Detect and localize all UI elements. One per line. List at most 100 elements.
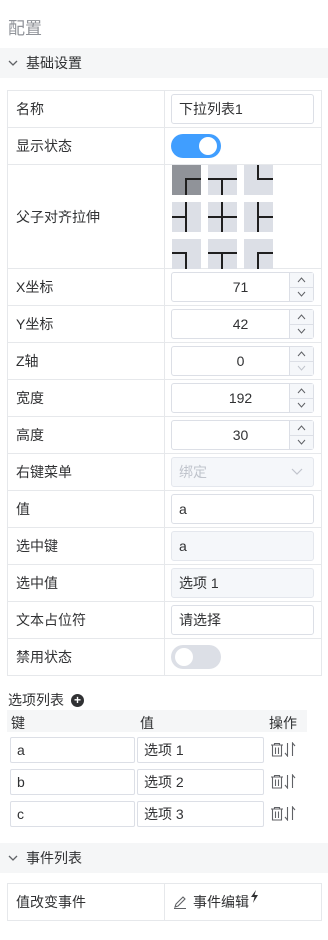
name-label: 名称: [8, 91, 165, 127]
height-increase-button[interactable]: [290, 421, 313, 436]
height-stepper[interactable]: 30: [171, 420, 314, 450]
z-value: 0: [236, 353, 245, 369]
trash-icon[interactable]: [270, 806, 284, 821]
align-bottom-center-icon[interactable]: [208, 239, 237, 269]
row-selected-key: 选中键 a: [7, 528, 322, 565]
width-increase-button[interactable]: [290, 384, 313, 399]
name-input[interactable]: 下拉列表1: [171, 94, 314, 124]
basic-settings-title: 基础设置: [26, 55, 82, 71]
basic-settings-grid: 名称 下拉列表1 显示状态 父子对齐拉伸 X坐标 71 Y坐标 42 Z轴 0 …: [7, 90, 322, 676]
event-edit-label: 事件编辑: [193, 894, 249, 910]
panel-title: 配置: [8, 19, 42, 38]
toggle-knob: [175, 648, 193, 666]
row-z: Z轴 0: [7, 343, 322, 380]
option-key-input[interactable]: c: [10, 801, 135, 827]
x-decrease-button[interactable]: [290, 287, 313, 301]
row-width: 宽度 192: [7, 380, 322, 417]
trash-icon[interactable]: [270, 742, 284, 757]
event-list-header[interactable]: 事件列表: [0, 843, 328, 873]
align-middle-right-icon[interactable]: [244, 202, 273, 232]
options-title: 选项列表: [8, 692, 64, 708]
col-value-header: 值: [140, 715, 154, 731]
chevron-down-icon: [291, 468, 303, 475]
options-row: a 选项 1: [7, 734, 307, 767]
row-name: 名称 下拉列表1: [7, 91, 322, 128]
align-top-left-icon[interactable]: [172, 165, 201, 195]
row-y: Y坐标 42: [7, 306, 322, 343]
align-center-icon[interactable]: [208, 202, 237, 232]
event-list-title: 事件列表: [26, 850, 82, 866]
visible-label: 显示状态: [8, 128, 165, 164]
chevron-down-icon: [8, 855, 18, 861]
z-increase-button[interactable]: [290, 347, 313, 362]
caret-up-icon: [297, 276, 306, 283]
plus-circle-icon[interactable]: +: [71, 693, 84, 707]
height-label: 高度: [8, 417, 165, 453]
trash-icon[interactable]: [270, 774, 284, 789]
row-value: 值 a: [7, 491, 322, 528]
width-stepper[interactable]: 192: [171, 383, 314, 413]
align-top-center-icon[interactable]: [208, 165, 237, 195]
y-stepper[interactable]: 42: [171, 309, 314, 339]
x-increase-button[interactable]: [290, 273, 313, 288]
align-bottom-left-icon[interactable]: [172, 239, 201, 269]
placeholder-input[interactable]: 请选择: [171, 605, 314, 635]
lightning-icon: [251, 890, 258, 903]
z-stepper[interactable]: 0: [171, 346, 314, 376]
caret-down-icon: [297, 365, 306, 372]
value-input[interactable]: a: [171, 494, 314, 524]
row-x: X坐标 71: [7, 269, 322, 306]
option-key-input[interactable]: b: [10, 769, 135, 795]
x-label: X坐标: [8, 269, 165, 305]
caret-down-icon: [297, 402, 306, 409]
align-stretch-grid: [171, 165, 273, 269]
y-label: Y坐标: [8, 306, 165, 342]
option-key-input[interactable]: a: [10, 737, 135, 763]
y-increase-button[interactable]: [290, 310, 313, 325]
row-context-menu: 右键菜单 绑定: [7, 454, 322, 491]
x-stepper[interactable]: 71: [171, 272, 314, 302]
align-middle-left-icon[interactable]: [172, 202, 201, 232]
sort-icon[interactable]: [284, 806, 296, 821]
visible-toggle[interactable]: [171, 134, 221, 158]
width-decrease-button[interactable]: [290, 398, 313, 412]
row-selected-value: 选中值 选项 1: [7, 565, 322, 602]
y-decrease-button[interactable]: [290, 324, 313, 338]
row-height: 高度 30: [7, 417, 322, 454]
edit-icon: [174, 896, 186, 909]
selected-key-input: a: [171, 531, 314, 561]
y-value: 42: [232, 316, 249, 332]
option-value-input[interactable]: 选项 3: [137, 801, 264, 827]
option-value-input[interactable]: 选项 2: [137, 769, 264, 795]
caret-down-icon: [297, 328, 306, 335]
align-bottom-right-icon[interactable]: [244, 239, 273, 269]
height-value: 30: [232, 427, 249, 443]
options-row: c 选项 3: [7, 798, 307, 831]
option-value-input[interactable]: 选项 1: [137, 737, 264, 763]
disabled-toggle[interactable]: [171, 645, 221, 669]
caret-up-icon: [297, 313, 306, 320]
z-label: Z轴: [8, 343, 165, 379]
height-decrease-button[interactable]: [290, 435, 313, 449]
chevron-down-icon: [8, 60, 18, 66]
row-placeholder: 文本占位符 请选择: [7, 602, 322, 639]
z-decrease-button[interactable]: [290, 361, 313, 375]
col-action-header: 操作: [269, 715, 297, 731]
basic-settings-header[interactable]: 基础设置: [0, 48, 328, 78]
width-value: 192: [228, 390, 253, 406]
align-top-right-icon[interactable]: [244, 165, 273, 195]
align-label: 父子对齐拉伸: [8, 165, 165, 268]
row-change-event: 值改变事件 事件编辑: [7, 884, 322, 921]
caret-down-icon: [297, 439, 306, 446]
row-disabled: 禁用状态: [7, 639, 322, 676]
selected-value-label: 选中值: [8, 565, 165, 601]
caret-up-icon: [297, 350, 306, 357]
sort-icon[interactable]: [284, 742, 296, 757]
row-align: 父子对齐拉伸: [7, 165, 322, 269]
context-menu-select[interactable]: 绑定: [171, 457, 314, 487]
options-title-wrap: 选项列表 +: [8, 690, 84, 710]
toggle-knob: [199, 137, 217, 155]
event-edit-button[interactable]: 事件编辑: [165, 884, 321, 920]
width-label: 宽度: [8, 380, 165, 416]
sort-icon[interactable]: [284, 774, 296, 789]
